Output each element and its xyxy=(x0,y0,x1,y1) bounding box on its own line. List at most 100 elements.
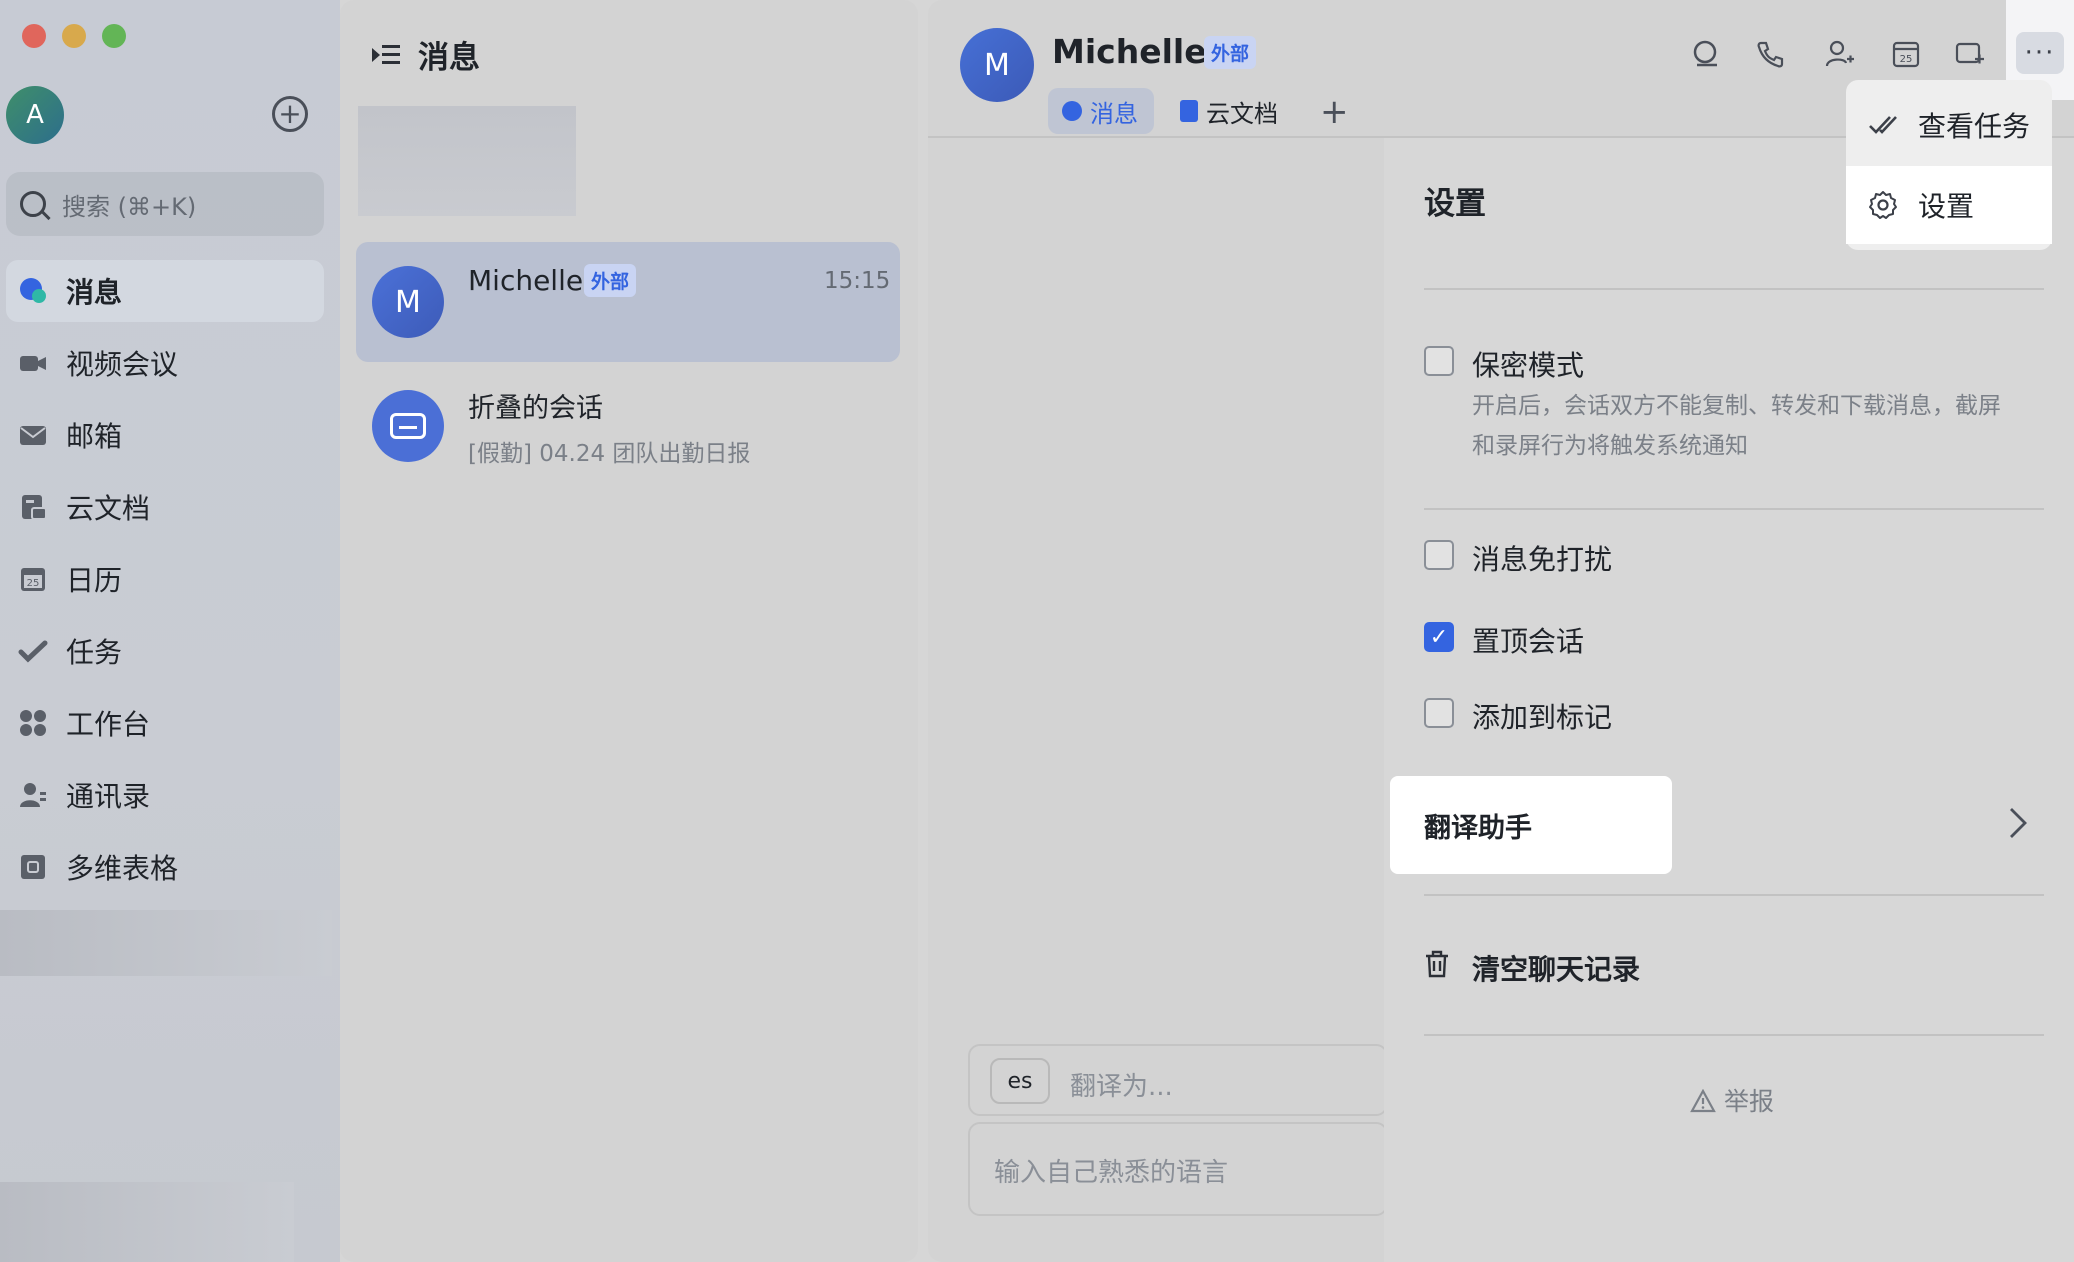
divider xyxy=(1424,1034,2044,1036)
workspace-grid-icon xyxy=(18,708,48,738)
sidebar-item-label: 邮箱 xyxy=(66,420,123,453)
sidebar-item-label: 日历 xyxy=(66,564,123,597)
sidebar-item-video-meetings[interactable]: 视频会议 xyxy=(6,332,324,394)
chat-row-folded[interactable]: 折叠的会话 [假勤] 04.24 团队出勤日报 xyxy=(356,372,900,482)
svg-text:25: 25 xyxy=(27,578,40,589)
menu-item-settings[interactable]: 设置 xyxy=(1846,166,2052,244)
chat-avatar[interactable]: M xyxy=(960,28,1034,102)
cloud-doc-icon xyxy=(1180,100,1198,122)
add-tab-button[interactable]: + xyxy=(1320,92,1349,132)
secret-mode-label: 保密模式 xyxy=(1472,349,1585,382)
translate-placeholder: 翻译为... xyxy=(1070,1072,1173,1102)
avatar-letter: M xyxy=(984,47,1010,83)
mute-label: 消息免打扰 xyxy=(1472,543,1613,576)
contacts-icon xyxy=(18,780,48,810)
chevron-right-icon[interactable] xyxy=(2008,806,2028,849)
chat-time: 15:15 xyxy=(824,268,891,294)
warning-icon xyxy=(1690,1088,1716,1113)
chat-name: Michelle xyxy=(468,264,584,297)
pin-label: 置顶会话 xyxy=(1472,625,1585,658)
minimize-window-button[interactable] xyxy=(62,24,86,48)
clear-history-button[interactable]: 清空聊天记录 xyxy=(1472,948,1640,988)
blurred-region xyxy=(0,1182,294,1262)
sidebar-item-workspace[interactable]: 工作台 xyxy=(6,692,324,754)
search-icon xyxy=(20,191,46,217)
blurred-region xyxy=(358,106,576,216)
chat-title[interactable]: Michelle xyxy=(1052,32,1207,71)
calendar-icon: 25 xyxy=(18,564,48,594)
menu-item-view-tasks[interactable]: 查看任务 xyxy=(1846,86,2052,164)
description-line: 和录屏行为将触发系统通知 xyxy=(1472,433,1748,459)
calendar-icon[interactable]: 25 xyxy=(1888,36,1924,72)
chat-row-michelle[interactable]: M Michelle 外部 15:15 xyxy=(356,242,900,362)
sidebar-item-label: 云文档 xyxy=(66,492,151,525)
search-input[interactable]: 搜索 (⌘+K) xyxy=(6,172,324,236)
divider xyxy=(1424,288,2044,290)
settings-title: 设置 xyxy=(1424,186,1486,222)
external-badge: 外部 xyxy=(1204,36,1257,69)
sidebar-item-messages[interactable]: 消息 xyxy=(6,260,324,322)
close-window-button[interactable] xyxy=(22,24,46,48)
chat-list-header: 消息 xyxy=(372,32,480,77)
chat-list-title: 消息 xyxy=(418,40,480,76)
sidebar-item-base[interactable]: 多维表格 xyxy=(6,836,324,898)
mark-label: 添加到标记 xyxy=(1472,701,1613,734)
menu-item-label: 查看任务 xyxy=(1918,110,2031,143)
add-member-icon[interactable] xyxy=(1822,36,1858,72)
sidebar-item-label: 通讯录 xyxy=(66,780,151,813)
search-icon[interactable] xyxy=(1688,36,1724,72)
phone-call-icon[interactable] xyxy=(1752,36,1788,72)
sidebar-item-tasks[interactable]: 任务 xyxy=(6,620,324,682)
avatar: M xyxy=(372,266,444,338)
trash-icon xyxy=(1424,950,1450,978)
report-label: 举报 xyxy=(1723,1087,1774,1116)
sidebar-item-mail[interactable]: 邮箱 xyxy=(6,404,324,466)
divider xyxy=(1424,508,2044,510)
blurred-region xyxy=(0,910,332,976)
user-avatar-letter: A xyxy=(26,100,44,130)
tab-messages[interactable]: 消息 xyxy=(1048,88,1154,134)
double-check-icon xyxy=(1868,110,1898,140)
sidebar-item-label: 工作台 xyxy=(66,708,151,741)
screen-share-icon[interactable] xyxy=(1952,36,1988,72)
create-plus-icon[interactable]: + xyxy=(272,96,308,132)
translate-assistant-label: 翻译助手 xyxy=(1424,813,1532,844)
app-window: A + 搜索 (⌘+K) 消息 视频会议 邮箱 云文档 25 日历 任务 工作台… xyxy=(0,0,2074,1262)
divider xyxy=(1424,894,2044,896)
message-input-placeholder: 输入自己熟悉的语言 xyxy=(994,1158,1229,1188)
cloud-doc-icon xyxy=(18,492,48,522)
sidebar-item-contacts[interactable]: 通讯录 xyxy=(6,764,324,826)
user-avatar[interactable]: A xyxy=(6,86,64,144)
base-table-icon xyxy=(18,852,48,882)
ellipsis-icon: ··· xyxy=(2016,32,2064,74)
task-check-icon xyxy=(18,636,48,666)
external-badge: 外部 xyxy=(584,264,637,297)
search-placeholder: 搜索 (⌘+K) xyxy=(62,192,197,221)
chat-bubble-icon xyxy=(1062,101,1082,121)
secret-mode-description: 开启后，会话双方不能复制、转发和下载消息，截屏 和录屏行为将触发系统通知 xyxy=(1472,386,2042,466)
sidebar-item-label: 多维表格 xyxy=(66,852,179,885)
mark-checkbox[interactable] xyxy=(1424,698,1454,728)
maximize-window-button[interactable] xyxy=(102,24,126,48)
sidebar-item-label: 视频会议 xyxy=(66,348,179,381)
pin-checkbox[interactable]: ✓ xyxy=(1424,622,1454,652)
sidebar-item-label: 消息 xyxy=(66,276,123,309)
video-camera-icon xyxy=(18,348,48,378)
description-line: 开启后，会话双方不能复制、转发和下载消息，截屏 xyxy=(1472,393,2001,419)
language-chip[interactable]: es xyxy=(990,1058,1050,1104)
avatar-letter: M xyxy=(395,284,421,320)
chat-preview: [假勤] 04.24 团队出勤日报 xyxy=(468,441,751,467)
inbox-tray-icon xyxy=(372,390,444,462)
sidebar-item-docs[interactable]: 云文档 xyxy=(6,476,324,538)
svg-text:25: 25 xyxy=(1900,54,1913,65)
chat-name: 折叠的会话 xyxy=(468,393,603,424)
tab-docs[interactable]: 云文档 xyxy=(1166,88,1294,134)
report-link[interactable]: 举报 xyxy=(1690,1082,1774,1118)
gear-icon xyxy=(1868,190,1898,220)
mute-checkbox[interactable] xyxy=(1424,540,1454,570)
sidebar-item-calendar[interactable]: 25 日历 xyxy=(6,548,324,610)
tab-label: 消息 xyxy=(1090,99,1138,128)
list-menu-icon[interactable] xyxy=(372,43,400,67)
sidebar-item-label: 任务 xyxy=(66,636,123,669)
secret-mode-checkbox[interactable] xyxy=(1424,346,1454,376)
